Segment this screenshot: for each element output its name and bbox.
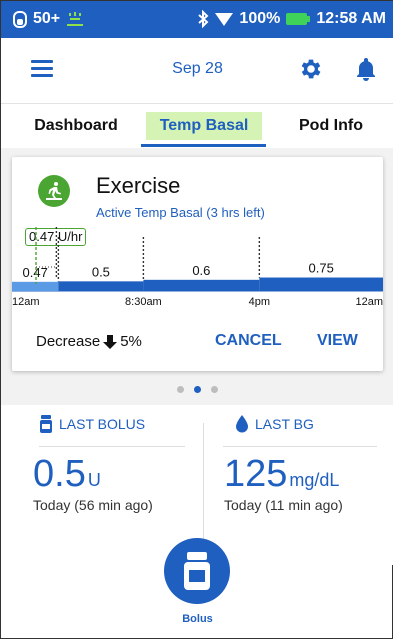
segment-rate-label: 0.47 [23, 265, 48, 280]
pager-dot[interactable] [211, 386, 218, 393]
stats-divider [203, 423, 204, 541]
carousel-pager [1, 386, 393, 393]
last-bg-number: 125 [224, 453, 288, 495]
divider [223, 446, 377, 447]
last-bg-time: Today (11 min ago) [224, 497, 343, 513]
decrease-value: 5% [120, 333, 142, 350]
tab-bar: Dashboard Temp Basal Pod Info [1, 104, 393, 148]
divider [39, 446, 185, 447]
bolus-vial-icon [184, 552, 210, 590]
status-bar: 50+ 100% 12:58 AM [1, 1, 393, 38]
x-tick-label: 8:30am [125, 296, 162, 307]
segment-rate-label: 0.75 [309, 261, 334, 276]
battery-percent: 100% [239, 10, 281, 27]
bolus-button-label: Bolus [182, 613, 213, 625]
last-bg-label: LAST BG [255, 416, 314, 432]
active-tab-indicator [141, 144, 266, 147]
view-button[interactable]: VIEW [317, 332, 358, 350]
basal-segment-bar [143, 279, 260, 291]
last-bolus-value: 0.5 U [33, 453, 101, 496]
pager-dot[interactable] [177, 386, 184, 393]
bluetooth-icon [197, 10, 209, 28]
exercise-icon [38, 175, 70, 207]
drop-icon [236, 415, 248, 433]
battery-text: 50+ [33, 10, 61, 27]
vial-icon [40, 415, 52, 433]
wifi-icon [215, 11, 234, 27]
tab-pod-info[interactable]: Pod Info [281, 112, 381, 140]
decrease-label: Decrease [36, 333, 101, 350]
last-bolus-time: Today (56 min ago) [33, 497, 153, 513]
pod-battery-icon [13, 10, 27, 28]
last-bolus-header: LAST BOLUS [39, 415, 145, 433]
basal-segment-bar [259, 277, 383, 291]
x-tick-label: 12am [12, 296, 40, 307]
gear-icon[interactable] [298, 56, 324, 87]
basal-segment-bar [58, 281, 144, 291]
tab-temp-basal[interactable]: Temp Basal [146, 112, 262, 140]
last-bg-header: LAST BG [235, 415, 314, 433]
basal-segment-bar [12, 281, 59, 291]
bolus-button[interactable] [164, 538, 230, 604]
last-bolus-number: 0.5 [33, 453, 86, 495]
clock-time: 12:58 AM [316, 10, 386, 27]
cancel-button[interactable]: CANCEL [215, 332, 282, 350]
pager-dot-active[interactable] [194, 386, 201, 393]
app-header: Sep 28 [1, 38, 393, 104]
x-tick-label: 4pm [249, 296, 270, 307]
basal-chart: 0.47 0.5 0.6 0.75 12am 8:30am 4pm 12am [12, 227, 383, 307]
phone-battery-icon [286, 12, 311, 26]
segment-rate-label: 0.6 [192, 263, 210, 278]
x-tick-label: 12am [355, 296, 383, 307]
last-bolus-label: LAST BOLUS [59, 416, 146, 432]
segment-rate-label: 0.5 [92, 264, 110, 279]
last-bg-value: 125 mg/dL [224, 453, 339, 496]
bell-icon[interactable] [355, 56, 377, 87]
decrease-info: Decrease 5% [36, 333, 142, 350]
last-bg-unit: mg/dL [289, 470, 340, 490]
pod-status-icon [66, 10, 84, 28]
tab-dashboard[interactable]: Dashboard [21, 112, 131, 140]
temp-basal-title: Exercise [96, 173, 181, 198]
arrow-down-icon [103, 334, 118, 349]
last-bolus-unit: U [87, 470, 101, 490]
temp-basal-subtitle: Active Temp Basal (3 hrs left) [96, 205, 265, 220]
header-date: Sep 28 [172, 60, 223, 77]
